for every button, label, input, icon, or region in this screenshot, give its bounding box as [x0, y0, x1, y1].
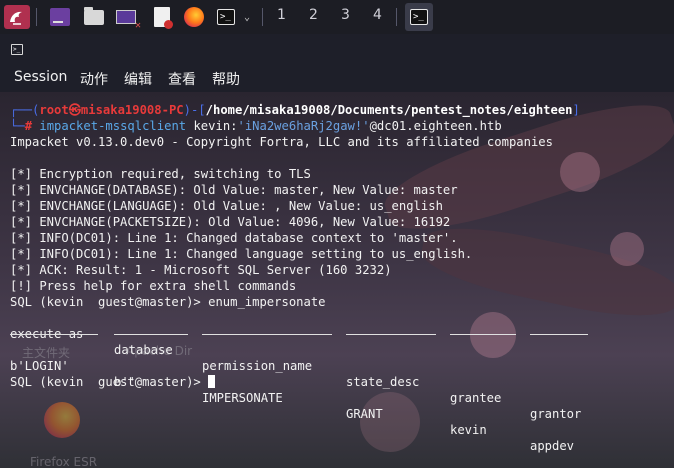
dropdown-icon[interactable]: ⌄: [240, 5, 254, 29]
window-titlebar: >_: [0, 34, 674, 64]
log-line: [!] Press help for extra shell commands: [10, 279, 297, 293]
background-label-firefox: Firefox ESR: [30, 455, 98, 468]
workspace-1[interactable]: 1: [277, 7, 286, 23]
terminal-window-icon: >_: [11, 44, 23, 55]
workspace-3[interactable]: 3: [341, 7, 350, 23]
log-line: [*] ENVCHANGE(LANGUAGE): Old Value: , Ne…: [10, 199, 443, 213]
sql-command-line: SQL (kevin guest@master)> enum_impersona…: [10, 295, 326, 309]
workspace-window-icon[interactable]: [48, 5, 72, 29]
menu-view[interactable]: 查看: [168, 69, 196, 89]
table-header-row: execute as database permission_name stat…: [10, 310, 674, 421]
workspace-4[interactable]: 4: [373, 7, 382, 23]
prompt-symbol: #: [24, 119, 33, 133]
table-divider: [114, 334, 188, 335]
prompt-line: ┌──(root㉿misaka19008-PC)-[/home/misaka19…: [10, 103, 580, 117]
command-line: └─# impacket-mssqlclient kevin:'iNa2we6h…: [10, 119, 502, 133]
table-divider: [10, 334, 98, 335]
table-header-cell: permission_name: [202, 359, 313, 373]
table-cell: kevin: [450, 423, 487, 437]
log-line: [*] ACK: Result: 1 - Microsoft SQL Serve…: [10, 263, 392, 277]
command-host: @dc01.eighteen.htb: [369, 119, 502, 133]
prompt-path: /home/misaka19008/Documents/pentest_note…: [205, 103, 573, 117]
command-password: 'iNa2we6haRj2gaw!': [237, 119, 370, 133]
log-line: [*] ENVCHANGE(PACKETSIZE): Old Value: 40…: [10, 215, 451, 229]
background-blossom: [360, 392, 420, 452]
terminal-output[interactable]: 主文件夹 Apache Dir Firefox ESR ┌──(root㉿mis…: [0, 92, 674, 468]
desktop-icon[interactable]: ✕: [114, 5, 141, 31]
menu-edit[interactable]: 编辑: [124, 69, 152, 89]
active-terminal-task[interactable]: >_: [405, 3, 433, 31]
menubar: Session 动作 编辑 查看 帮助: [0, 64, 674, 92]
kali-menu-icon[interactable]: [4, 5, 30, 29]
table-divider: [346, 334, 436, 335]
command-user: kevin:: [193, 119, 238, 133]
taskbar-separator: [36, 8, 37, 26]
menu-session[interactable]: Session: [14, 69, 67, 85]
table-cell: b'LOGIN': [10, 359, 69, 373]
log-line: [*] ENVCHANGE(DATABASE): Old Value: mast…: [10, 183, 458, 197]
table-cell: IMPERSONATE: [202, 391, 283, 405]
table-header-cell: grantee: [450, 391, 502, 405]
menu-help[interactable]: 帮助: [212, 69, 240, 89]
command-name: impacket-mssqlclient: [39, 119, 187, 133]
menu-actions[interactable]: 动作: [80, 69, 108, 89]
table-divider: [530, 334, 588, 335]
terminal-lines: ┌──(root㉿misaka19008-PC)-[/home/misaka19…: [10, 102, 674, 453]
table-header-cell: state_desc: [346, 375, 420, 389]
table-divider: [202, 334, 332, 335]
table-divider: [450, 334, 516, 335]
log-line: [*] INFO(DC01): Line 1: Changed database…: [10, 231, 458, 245]
table-cell: GRANT: [346, 407, 383, 421]
banner-line: Impacket v0.13.0.dev0 - Copyright Fortra…: [10, 135, 553, 149]
file-manager-icon[interactable]: [82, 5, 106, 29]
firefox-icon[interactable]: [182, 5, 206, 29]
table-header-cell: grantor: [530, 407, 582, 421]
taskbar: ✕ >_ ⌄ 1 2 3 4 >_: [0, 0, 674, 34]
terminal-icon[interactable]: >_: [214, 5, 238, 29]
text-cursor: [208, 375, 216, 388]
table-cell: b'': [114, 375, 137, 389]
prompt-user: root㉿misaka19008-PC: [39, 103, 184, 117]
table-cell: appdev: [530, 439, 575, 453]
taskbar-separator: [396, 8, 397, 26]
taskbar-separator: [262, 8, 263, 26]
workspace-2[interactable]: 2: [309, 7, 318, 23]
table-divider-row: [10, 326, 674, 342]
sql-prompt-line[interactable]: SQL (kevin guest@master)>: [10, 374, 674, 390]
text-editor-icon[interactable]: [150, 5, 174, 29]
table-row: b'LOGIN' b'' IMPERSONATE GRANT kevin app…: [10, 342, 674, 453]
log-line: [*] INFO(DC01): Line 1: Changed language…: [10, 247, 473, 261]
log-line: [*] Encryption required, switching to TL…: [10, 167, 311, 181]
